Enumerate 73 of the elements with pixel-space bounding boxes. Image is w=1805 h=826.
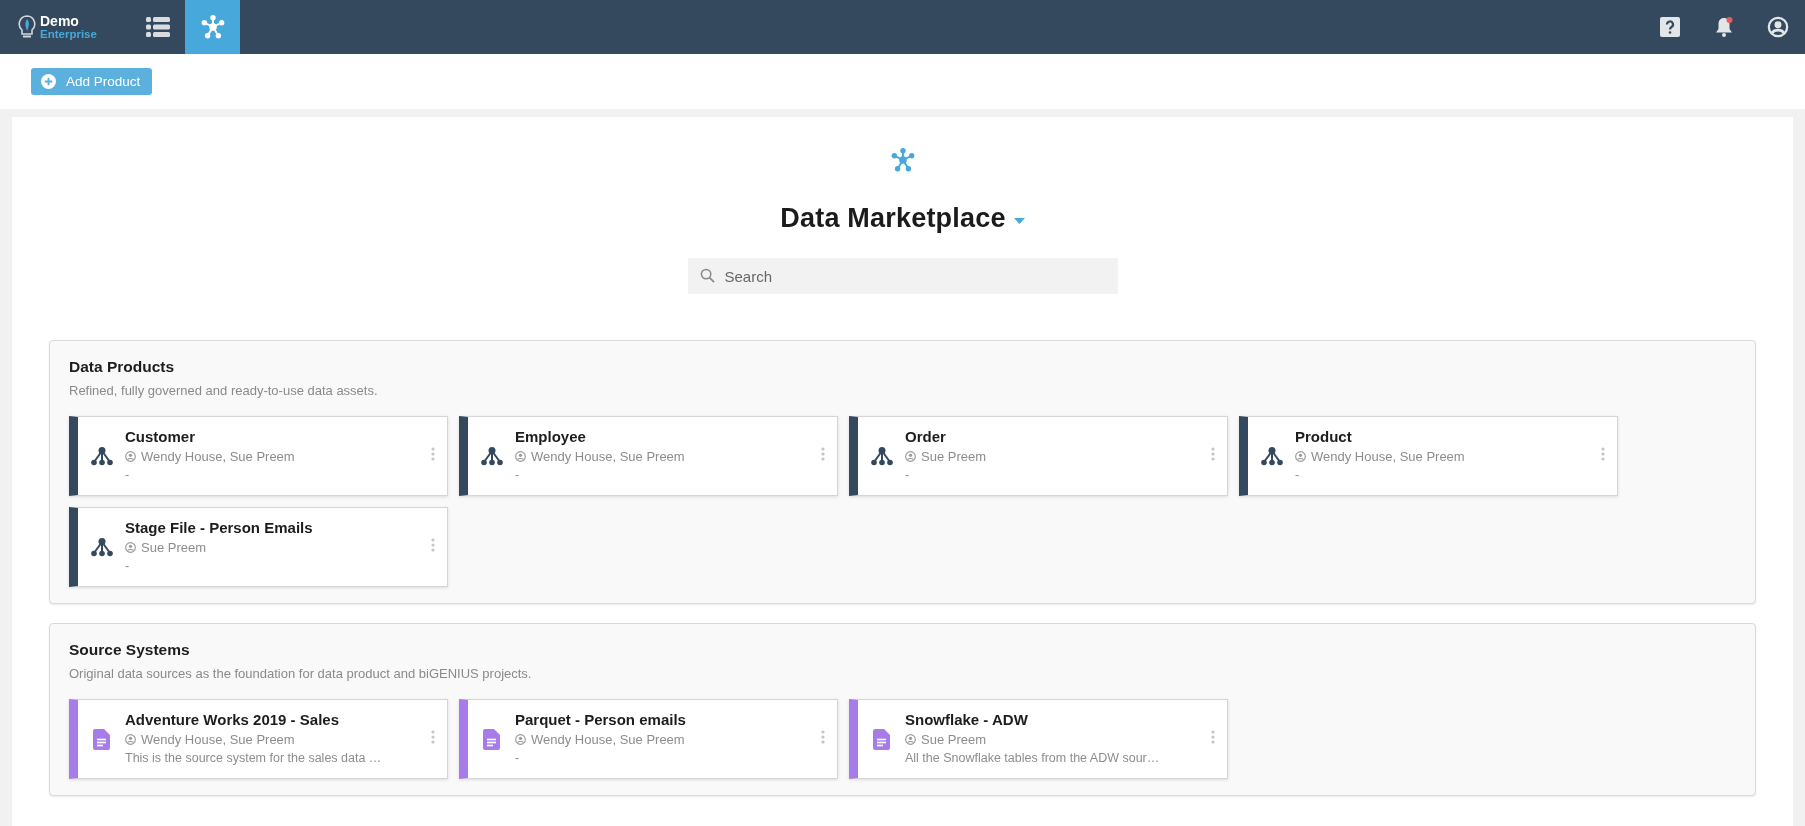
network-icon — [889, 147, 916, 173]
item-card[interactable]: Product Wendy House, Sue Preem - — [1239, 416, 1618, 496]
card-owners: Wendy House, Sue Preem — [1311, 449, 1465, 464]
document-icon — [93, 728, 110, 750]
card-owners: Wendy House, Sue Preem — [531, 449, 685, 464]
item-card[interactable]: Snowflake - ADW Sue Preem All the Snowflake tables from the ADW sour… — [849, 699, 1228, 779]
kebab-icon — [1211, 447, 1215, 461]
card-title: Snowflake - ADW — [905, 711, 1029, 728]
user-icon — [1295, 451, 1306, 462]
help-icon — [1660, 17, 1680, 37]
brand-edition: Enterprise — [40, 28, 97, 41]
card-description: - — [905, 468, 911, 482]
kebab-icon — [1601, 447, 1605, 461]
document-icon — [873, 728, 890, 750]
kebab-icon — [431, 447, 435, 461]
user-icon — [125, 542, 136, 553]
user-icon — [905, 734, 916, 745]
card-title: Product — [1295, 428, 1353, 445]
card-owners: Sue Preem — [921, 732, 987, 747]
kebab-icon — [821, 730, 825, 744]
caret-icon — [1013, 217, 1025, 224]
card-title: Customer — [125, 428, 196, 445]
kebab-icon — [821, 447, 825, 461]
search-icon — [699, 268, 715, 283]
item-card[interactable]: Order Sue Preem - — [849, 416, 1228, 496]
search-field[interactable]: Search — [687, 258, 1118, 294]
card-description: - — [515, 751, 521, 765]
card-description: - — [125, 559, 131, 573]
hierarchy-icon — [90, 446, 113, 466]
card-description: - — [1295, 468, 1301, 482]
document-icon — [483, 728, 500, 750]
card-description: All the Snowflake tables from the ADW sour… — [905, 751, 1161, 765]
user-icon — [515, 734, 526, 745]
kebab-icon — [431, 538, 435, 552]
section-title: Data Products — [69, 358, 176, 376]
kebab-icon — [431, 730, 435, 744]
item-card[interactable]: Parquet - Person emails Wendy House, Sue Preem - — [459, 699, 838, 779]
card-description: - — [125, 468, 131, 482]
item-card[interactable]: Stage File - Person Emails Sue Preem - — [69, 507, 448, 587]
section-subtitle: Refined, fully governed and ready-to-use data assets. — [69, 383, 379, 398]
hierarchy-icon — [90, 537, 113, 557]
hierarchy-icon — [1260, 446, 1283, 466]
user-avatar-icon — [1767, 16, 1789, 38]
card-owners: Wendy House, Sue Preem — [141, 449, 295, 464]
lightbulb-logo-icon — [18, 15, 36, 39]
network-icon — [199, 14, 226, 40]
card-owners: Wendy House, Sue Preem — [531, 732, 685, 747]
card-owners: Sue Preem — [141, 540, 207, 555]
page-title: Data Marketplace — [780, 203, 1006, 234]
item-card[interactable]: Employee Wendy House, Sue Preem - — [459, 416, 838, 496]
user-icon — [515, 451, 526, 462]
card-title: Parquet - Person emails — [515, 711, 687, 728]
card-description: This is the source system for the sales data … — [125, 751, 383, 765]
section-title: Source Systems — [69, 641, 191, 659]
hierarchy-icon — [870, 446, 893, 466]
user-icon — [905, 451, 916, 462]
user-icon — [125, 451, 136, 462]
brand-name: Demo — [40, 13, 80, 29]
section-subtitle: Original data sources as the foundation for data product and biGENIUS projects. — [69, 666, 533, 681]
card-owners: Sue Preem — [921, 449, 987, 464]
card-title: Stage File - Person Emails — [125, 519, 314, 536]
list-icon — [145, 17, 170, 37]
card-title: Order — [905, 428, 947, 445]
card-description: - — [515, 468, 521, 482]
item-card[interactable]: Adventure Works 2019 - Sales Wendy House, Sue Preem This is the source system for the sales data … — [69, 699, 448, 779]
card-owners: Wendy House, Sue Preem — [141, 732, 295, 747]
card-title: Adventure Works 2019 - Sales — [125, 711, 340, 728]
card-title: Employee — [515, 428, 587, 445]
plus-circle-icon — [41, 74, 56, 89]
item-card[interactable]: Customer Wendy House, Sue Preem - — [69, 416, 448, 496]
hierarchy-icon — [480, 446, 503, 466]
kebab-icon — [1211, 730, 1215, 744]
user-icon — [125, 734, 136, 745]
